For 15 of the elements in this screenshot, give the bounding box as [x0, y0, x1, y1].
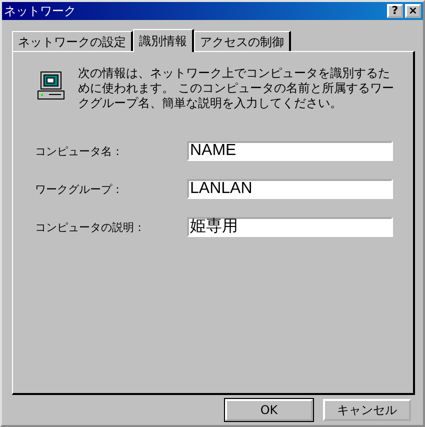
help-button[interactable]: ? — [387, 4, 403, 18]
cancel-button[interactable]: キャンセル — [323, 399, 411, 421]
computer-icon — [35, 70, 67, 102]
window-title: ネットワーク — [4, 2, 76, 20]
tab[interactable]: 識別情報 — [133, 29, 194, 52]
input-field[interactable]: LANLAN — [187, 179, 393, 199]
field-label: コンピュータ名： — [35, 144, 124, 158]
input-field[interactable]: 姫専用 — [187, 217, 393, 237]
close-button[interactable]: × — [405, 4, 421, 18]
input-field[interactable]: NAME — [187, 141, 393, 161]
ok-button[interactable]: OK — [225, 399, 313, 421]
field-label: コンピュータの説明： — [35, 220, 146, 234]
field-label: ワークグループ： — [35, 182, 124, 196]
description-text: 次の情報は、ネットワーク上でコンピュータを識別するために使われます。 このコンピュータの名前と所属するワークグループ名、簡単な説明を入力してください。 — [78, 66, 395, 111]
tab[interactable]: アクセスの制御 — [194, 31, 291, 51]
